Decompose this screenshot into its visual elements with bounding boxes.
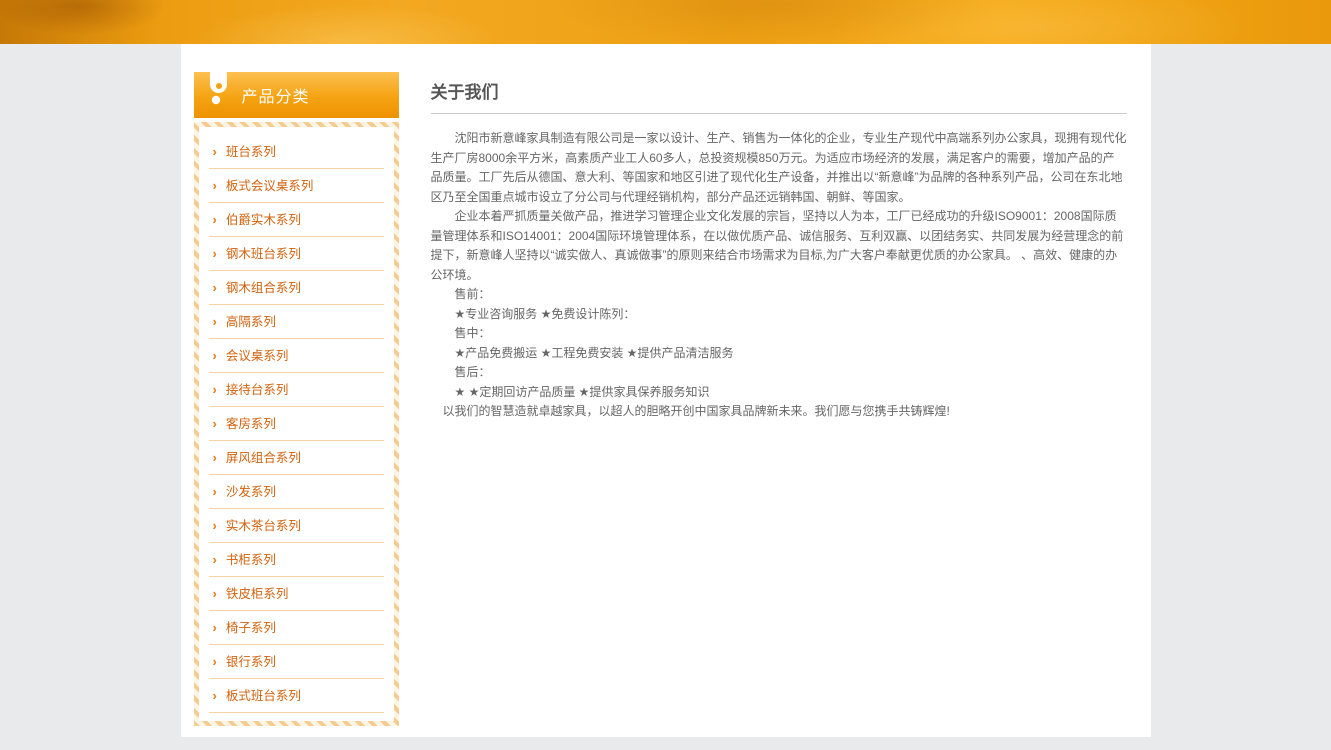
category-link[interactable]: 椅子系列 <box>226 621 276 635</box>
page-body: 产品分类 ›班台系列›板式会议桌系列›伯爵实木系列›钢木班台系列›钢木组合系列›… <box>0 44 1331 737</box>
chevron-right-icon: › <box>213 484 217 499</box>
chevron-right-icon: › <box>213 518 217 533</box>
category-link[interactable]: 钢木班台系列 <box>226 247 301 261</box>
about-article: 沈阳市新意峰家具制造有限公司是一家以设计、生产、销售为一体化的企业，专业生产现代… <box>431 129 1127 422</box>
category-link[interactable]: 钢木组合系列 <box>226 281 301 295</box>
site-top-banner <box>0 0 1331 44</box>
chevron-right-icon: › <box>213 654 217 669</box>
about-paragraph: 售中： <box>431 324 1127 344</box>
sidebar-item-5[interactable]: › 钢木组合系列 <box>209 271 384 305</box>
chevron-right-icon: › <box>213 450 217 465</box>
sidebar-item-15[interactable]: › 椅子系列 <box>209 611 384 645</box>
sidebar-item-1[interactable]: › 班台系列 <box>209 135 384 169</box>
category-list: ›班台系列›板式会议桌系列›伯爵实木系列›钢木班台系列›钢木组合系列›高隔系列›… <box>209 135 384 713</box>
sidebar-item-4[interactable]: › 钢木班台系列 <box>209 237 384 271</box>
sidebar-item-7[interactable]: › 会议桌系列 <box>209 339 384 373</box>
category-link[interactable]: 客房系列 <box>226 417 276 431</box>
sidebar-item-3[interactable]: › 伯爵实木系列 <box>209 203 384 237</box>
page-title: 关于我们 <box>431 78 1127 114</box>
category-link[interactable]: 实木茶台系列 <box>226 519 301 533</box>
category-link[interactable]: 板式会议桌系列 <box>226 179 314 193</box>
chevron-right-icon: › <box>213 178 217 193</box>
sidebar-item-9[interactable]: › 客房系列 <box>209 407 384 441</box>
chevron-right-icon: › <box>213 688 217 703</box>
sidebar-item-14[interactable]: › 铁皮柜系列 <box>209 577 384 611</box>
chevron-right-icon: › <box>213 348 217 363</box>
category-link[interactable]: 伯爵实木系列 <box>226 213 301 227</box>
sidebar: 产品分类 ›班台系列›板式会议桌系列›伯爵实木系列›钢木班台系列›钢木组合系列›… <box>194 72 399 726</box>
sidebar-item-2[interactable]: › 板式会议桌系列 <box>209 169 384 203</box>
about-paragraph: ★产品免费搬运 ★工程免费安装 ★提供产品清洁服务 <box>431 344 1127 364</box>
category-pin-icon <box>206 65 230 107</box>
about-paragraph: ★专业咨询服务 ★免费设计陈列： <box>431 305 1127 325</box>
chevron-right-icon: › <box>213 620 217 635</box>
about-paragraph: 沈阳市新意峰家具制造有限公司是一家以设计、生产、销售为一体化的企业，专业生产现代… <box>431 129 1127 207</box>
about-paragraph: 售前： <box>431 285 1127 305</box>
category-link[interactable]: 接待台系列 <box>226 383 289 397</box>
category-link[interactable]: 书柜系列 <box>226 553 276 567</box>
sidebar-item-17[interactable]: › 板式班台系列 <box>209 679 384 713</box>
sidebar-item-10[interactable]: › 屏风组合系列 <box>209 441 384 475</box>
sidebar-item-13[interactable]: › 书柜系列 <box>209 543 384 577</box>
category-link[interactable]: 会议桌系列 <box>226 349 289 363</box>
chevron-right-icon: › <box>213 246 217 261</box>
chevron-right-icon: › <box>213 552 217 567</box>
sidebar-item-12[interactable]: › 实木茶台系列 <box>209 509 384 543</box>
chevron-right-icon: › <box>213 144 217 159</box>
category-link[interactable]: 屏风组合系列 <box>226 451 301 465</box>
sidebar-title: 产品分类 <box>242 83 310 107</box>
category-link[interactable]: 高隔系列 <box>226 315 276 329</box>
about-paragraph: 企业本着严抓质量关做产品，推进学习管理企业文化发展的宗旨，坚持以人为本，工厂已经… <box>431 207 1127 285</box>
category-link[interactable]: 银行系列 <box>226 655 276 669</box>
category-box-inner: ›班台系列›板式会议桌系列›伯爵实木系列›钢木班台系列›钢木组合系列›高隔系列›… <box>199 127 394 721</box>
chevron-right-icon: › <box>213 314 217 329</box>
about-paragraph: 以我们的智慧造就卓越家具，以超人的胆略开创中国家具品牌新未来。我们愿与您携手共铸… <box>431 402 1127 422</box>
chevron-right-icon: › <box>213 212 217 227</box>
category-box: ›班台系列›板式会议桌系列›伯爵实木系列›钢木班台系列›钢木组合系列›高隔系列›… <box>194 122 399 726</box>
sidebar-item-11[interactable]: › 沙发系列 <box>209 475 384 509</box>
about-paragraph: 售后： <box>431 363 1127 383</box>
category-link[interactable]: 沙发系列 <box>226 485 276 499</box>
category-link[interactable]: 铁皮柜系列 <box>226 587 289 601</box>
category-link[interactable]: 板式班台系列 <box>226 689 301 703</box>
chevron-right-icon: › <box>213 416 217 431</box>
sidebar-item-8[interactable]: › 接待台系列 <box>209 373 384 407</box>
chevron-right-icon: › <box>213 280 217 295</box>
content-wrapper: 产品分类 ›班台系列›板式会议桌系列›伯爵实木系列›钢木班台系列›钢木组合系列›… <box>181 44 1151 737</box>
category-link[interactable]: 班台系列 <box>226 145 276 159</box>
main-content: 关于我们 沈阳市新意峰家具制造有限公司是一家以设计、生产、销售为一体化的企业，专… <box>431 78 1127 422</box>
sidebar-header: 产品分类 <box>194 72 399 118</box>
chevron-right-icon: › <box>213 586 217 601</box>
chevron-right-icon: › <box>213 382 217 397</box>
sidebar-item-6[interactable]: › 高隔系列 <box>209 305 384 339</box>
about-paragraph: ★ ★定期回访产品质量 ★提供家具保养服务知识 <box>431 383 1127 403</box>
sidebar-item-16[interactable]: › 银行系列 <box>209 645 384 679</box>
